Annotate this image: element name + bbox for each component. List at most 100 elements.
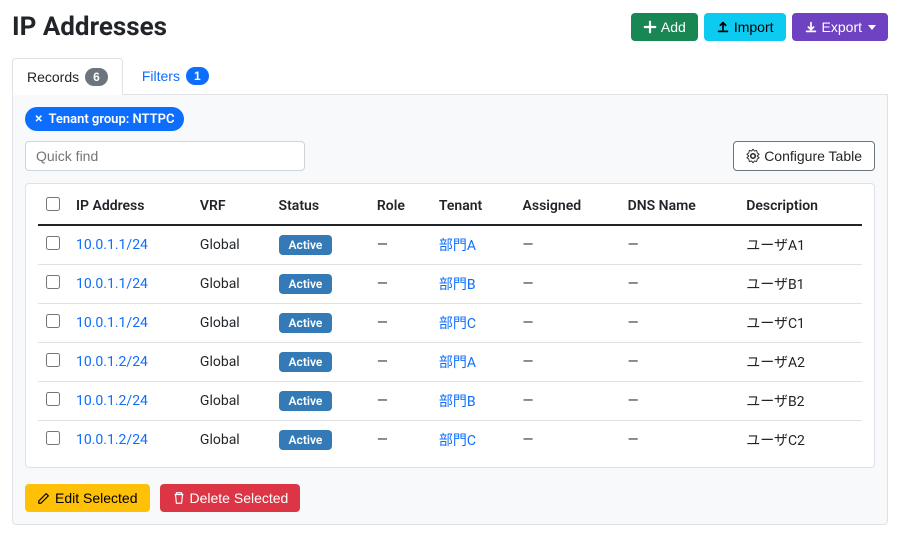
panel: × Tenant group: NTTPC Configure Table IP…	[12, 95, 888, 525]
cell-description: ユーザB1	[738, 265, 862, 304]
chevron-down-icon	[868, 25, 876, 30]
tenant-link[interactable]: 部門C	[439, 316, 476, 332]
tab-records[interactable]: Records 6	[12, 58, 123, 95]
filter-chip-label: Tenant group: NTTPC	[48, 112, 174, 127]
cell-dns: —	[620, 343, 739, 382]
import-button[interactable]: Import	[704, 13, 786, 41]
delete-selected-button[interactable]: Delete Selected	[160, 484, 301, 512]
cell-assigned: —	[515, 382, 620, 421]
page-title: IP Addresses	[12, 12, 167, 42]
ip-link[interactable]: 10.0.1.2/24	[76, 432, 148, 448]
status-badge: Active	[279, 430, 333, 450]
tab-bar: Records 6 Filters 1	[12, 58, 888, 95]
ip-link[interactable]: 10.0.1.1/24	[76, 276, 148, 292]
pencil-icon	[37, 491, 51, 505]
cell-description: ユーザA1	[738, 225, 862, 265]
row-checkbox[interactable]	[46, 431, 60, 445]
col-description[interactable]: Description	[738, 188, 862, 225]
close-icon[interactable]: ×	[35, 111, 42, 127]
status-badge: Active	[279, 235, 333, 255]
status-badge: Active	[279, 352, 333, 372]
trash-icon	[172, 491, 186, 505]
edit-selected-button[interactable]: Edit Selected	[25, 484, 150, 512]
tenant-link[interactable]: 部門C	[439, 433, 476, 449]
row-checkbox[interactable]	[46, 236, 60, 250]
status-badge: Active	[279, 313, 333, 333]
cell-vrf: Global	[192, 343, 271, 382]
toolbar: Configure Table	[25, 141, 875, 171]
import-button-label: Import	[734, 19, 774, 35]
col-role[interactable]: Role	[369, 188, 431, 225]
tab-records-label: Records	[27, 69, 79, 85]
cell-dns: —	[620, 225, 739, 265]
filters-count-badge: 1	[186, 67, 209, 85]
ip-link[interactable]: 10.0.1.1/24	[76, 315, 148, 331]
tab-filters[interactable]: Filters 1	[127, 58, 224, 94]
row-checkbox[interactable]	[46, 275, 60, 289]
status-badge: Active	[279, 274, 333, 294]
table-row: 10.0.1.2/24 Global Active — 部門A — — ユーザA…	[38, 343, 862, 382]
tenant-link[interactable]: 部門A	[439, 238, 476, 254]
cell-role: —	[369, 225, 431, 265]
cell-assigned: —	[515, 225, 620, 265]
cell-role: —	[369, 265, 431, 304]
edit-selected-label: Edit Selected	[55, 490, 138, 506]
col-ip[interactable]: IP Address	[68, 188, 192, 225]
quickfind-input[interactable]	[25, 141, 305, 171]
table-row: 10.0.1.2/24 Global Active — 部門C — — ユーザC…	[38, 421, 862, 460]
cell-description: ユーザB2	[738, 382, 862, 421]
col-tenant[interactable]: Tenant	[431, 188, 515, 225]
table-row: 10.0.1.1/24 Global Active — 部門C — — ユーザC…	[38, 304, 862, 343]
page-header: IP Addresses Add Import Export	[12, 12, 888, 42]
table-row: 10.0.1.1/24 Global Active — 部門A — — ユーザA…	[38, 225, 862, 265]
ip-link[interactable]: 10.0.1.1/24	[76, 237, 148, 253]
add-button[interactable]: Add	[631, 13, 698, 41]
cell-description: ユーザA2	[738, 343, 862, 382]
row-checkbox[interactable]	[46, 392, 60, 406]
cell-dns: —	[620, 382, 739, 421]
cell-vrf: Global	[192, 304, 271, 343]
records-count-badge: 6	[85, 68, 108, 86]
table-header-row: IP Address VRF Status Role Tenant Assign…	[38, 188, 862, 225]
cell-vrf: Global	[192, 265, 271, 304]
cell-dns: —	[620, 421, 739, 460]
col-status[interactable]: Status	[271, 188, 369, 225]
row-checkbox[interactable]	[46, 353, 60, 367]
cell-dns: —	[620, 304, 739, 343]
configure-table-button[interactable]: Configure Table	[733, 141, 875, 171]
cell-vrf: Global	[192, 382, 271, 421]
cell-role: —	[369, 304, 431, 343]
table-wrapper: IP Address VRF Status Role Tenant Assign…	[25, 183, 875, 468]
select-all-checkbox[interactable]	[46, 197, 60, 211]
tenant-link[interactable]: 部門A	[439, 355, 476, 371]
configure-table-label: Configure Table	[764, 148, 862, 164]
delete-selected-label: Delete Selected	[190, 490, 289, 506]
export-button[interactable]: Export	[792, 13, 888, 41]
cell-assigned: —	[515, 421, 620, 460]
status-badge: Active	[279, 391, 333, 411]
col-vrf[interactable]: VRF	[192, 188, 271, 225]
tenant-link[interactable]: 部門B	[439, 277, 476, 293]
header-actions: Add Import Export	[631, 13, 888, 41]
add-button-label: Add	[661, 19, 686, 35]
cell-description: ユーザC2	[738, 421, 862, 460]
ip-link[interactable]: 10.0.1.2/24	[76, 354, 148, 370]
export-button-label: Export	[822, 19, 862, 35]
cell-role: —	[369, 421, 431, 460]
table-row: 10.0.1.1/24 Global Active — 部門B — — ユーザB…	[38, 265, 862, 304]
cell-assigned: —	[515, 304, 620, 343]
cell-assigned: —	[515, 343, 620, 382]
ip-link[interactable]: 10.0.1.2/24	[76, 393, 148, 409]
filter-chip[interactable]: × Tenant group: NTTPC	[25, 107, 184, 131]
cell-assigned: —	[515, 265, 620, 304]
plus-icon	[643, 20, 657, 34]
col-assigned[interactable]: Assigned	[515, 188, 620, 225]
cell-vrf: Global	[192, 225, 271, 265]
col-dns[interactable]: DNS Name	[620, 188, 739, 225]
tenant-link[interactable]: 部門B	[439, 394, 476, 410]
table-row: 10.0.1.2/24 Global Active — 部門B — — ユーザB…	[38, 382, 862, 421]
cell-vrf: Global	[192, 421, 271, 460]
ip-table: IP Address VRF Status Role Tenant Assign…	[38, 188, 862, 459]
cell-role: —	[369, 343, 431, 382]
row-checkbox[interactable]	[46, 314, 60, 328]
